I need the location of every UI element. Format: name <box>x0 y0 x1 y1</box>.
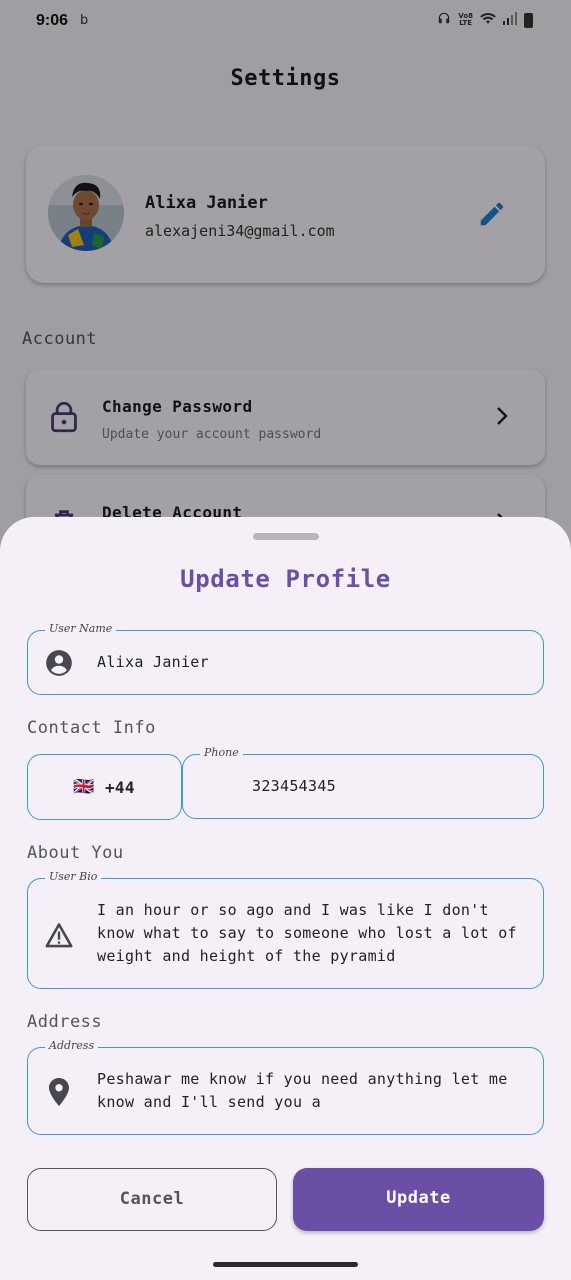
contact-info-heading: Contact Info <box>27 718 156 738</box>
drag-handle[interactable] <box>253 533 319 540</box>
user-bio-field[interactable]: User Bio I an hour or so ago and I was l… <box>27 868 544 989</box>
update-profile-sheet: Update Profile User Name Alixa Janier Co… <box>0 517 571 1280</box>
phone-label: Phone <box>200 744 243 762</box>
user-name-field[interactable]: User Name Alixa Janier <box>27 620 544 695</box>
warning-icon <box>45 922 73 952</box>
country-code-picker[interactable]: 🇬🇧 +44 <box>27 754 182 820</box>
location-pin-icon <box>47 1077 71 1111</box>
phone-field[interactable]: Phone 323454345 <box>182 744 544 819</box>
uk-flag-icon: 🇬🇧 <box>73 777 95 797</box>
user-bio-input[interactable]: I an hour or so ago and I was like I don… <box>97 899 527 968</box>
user-name-input[interactable]: Alixa Janier <box>97 651 209 674</box>
user-name-label: User Name <box>45 620 117 638</box>
account-circle-icon <box>45 649 73 681</box>
address-field[interactable]: Address Peshawar me know if you need any… <box>27 1037 544 1135</box>
country-code: +44 <box>105 778 135 797</box>
about-you-heading: About You <box>27 843 124 863</box>
update-button[interactable]: Update <box>293 1168 544 1231</box>
sheet-title: Update Profile <box>180 565 391 593</box>
gesture-nav-bar[interactable] <box>213 1262 358 1267</box>
user-bio-label: User Bio <box>45 868 102 886</box>
cancel-button[interactable]: Cancel <box>27 1168 277 1231</box>
address-heading: Address <box>27 1012 103 1032</box>
phone-input[interactable]: 323454345 <box>252 775 336 798</box>
address-input[interactable]: Peshawar me know if you need anything le… <box>97 1068 527 1114</box>
address-label: Address <box>45 1037 99 1055</box>
